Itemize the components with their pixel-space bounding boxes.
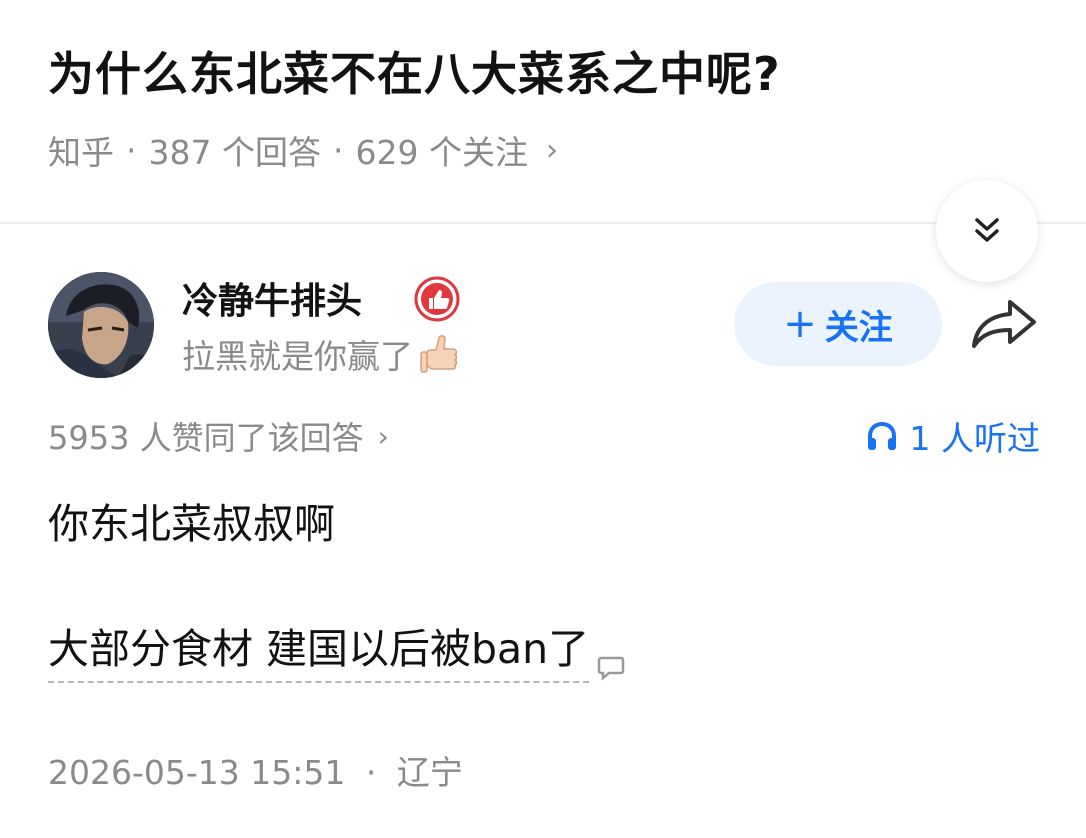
upvote-count[interactable]: 5953 人赞同了该回答 ›: [48, 413, 389, 459]
bio-text: 拉黑就是你赢了: [182, 337, 413, 376]
follower-count: 629 个关注: [355, 133, 528, 172]
follow-label: 关注: [824, 307, 893, 348]
double-chevron-down-icon: [975, 218, 999, 242]
question-meta[interactable]: 知乎 · 387 个回答 · 629 个关注 ›: [48, 126, 558, 174]
answer-count: 387 个回答: [148, 133, 321, 172]
answer-paragraph: 你东北菜叔叔啊: [48, 500, 335, 548]
chevron-right-icon: ›: [377, 419, 389, 453]
author-name[interactable]: 冷静牛排头: [182, 272, 362, 324]
listened-count[interactable]: 1 人听过: [866, 412, 1041, 460]
separator-dot: ·: [365, 753, 377, 792]
question-title[interactable]: 为什么东北菜不在八大菜系之中呢?: [48, 38, 781, 104]
thumbs-up-emoji-icon: [420, 335, 458, 373]
annotated-text[interactable]: 大部分食材 建国以后被ban了: [48, 615, 590, 683]
divider: [0, 222, 1086, 224]
collapse-button[interactable]: [936, 180, 1038, 282]
avatar[interactable]: [48, 272, 154, 378]
chevron-right-icon: ›: [545, 132, 558, 168]
datetime: 2026-05-13 15:51: [48, 753, 346, 792]
separator-dot: ·: [332, 130, 344, 170]
comment-bubble-icon[interactable]: [597, 653, 625, 681]
source-label: 知乎: [48, 133, 114, 172]
author-bio: 拉黑就是你赢了: [182, 330, 459, 378]
thumbs-up-badge-icon: [414, 276, 460, 322]
answer-paragraph: 大部分食材 建国以后被ban了: [48, 615, 625, 683]
listened-text: 1 人听过: [909, 419, 1041, 458]
follow-button[interactable]: + 关注: [734, 282, 942, 366]
share-arrow-icon[interactable]: [970, 296, 1040, 352]
separator-dot: ·: [126, 130, 137, 170]
location: 辽宁: [396, 753, 463, 792]
upvote-text: 5953 人赞同了该回答: [48, 419, 364, 457]
answer-timestamp: 2026-05-13 15:51 · 辽宁: [48, 746, 463, 794]
plus-icon: +: [783, 301, 817, 347]
headphones-icon: [867, 421, 896, 450]
